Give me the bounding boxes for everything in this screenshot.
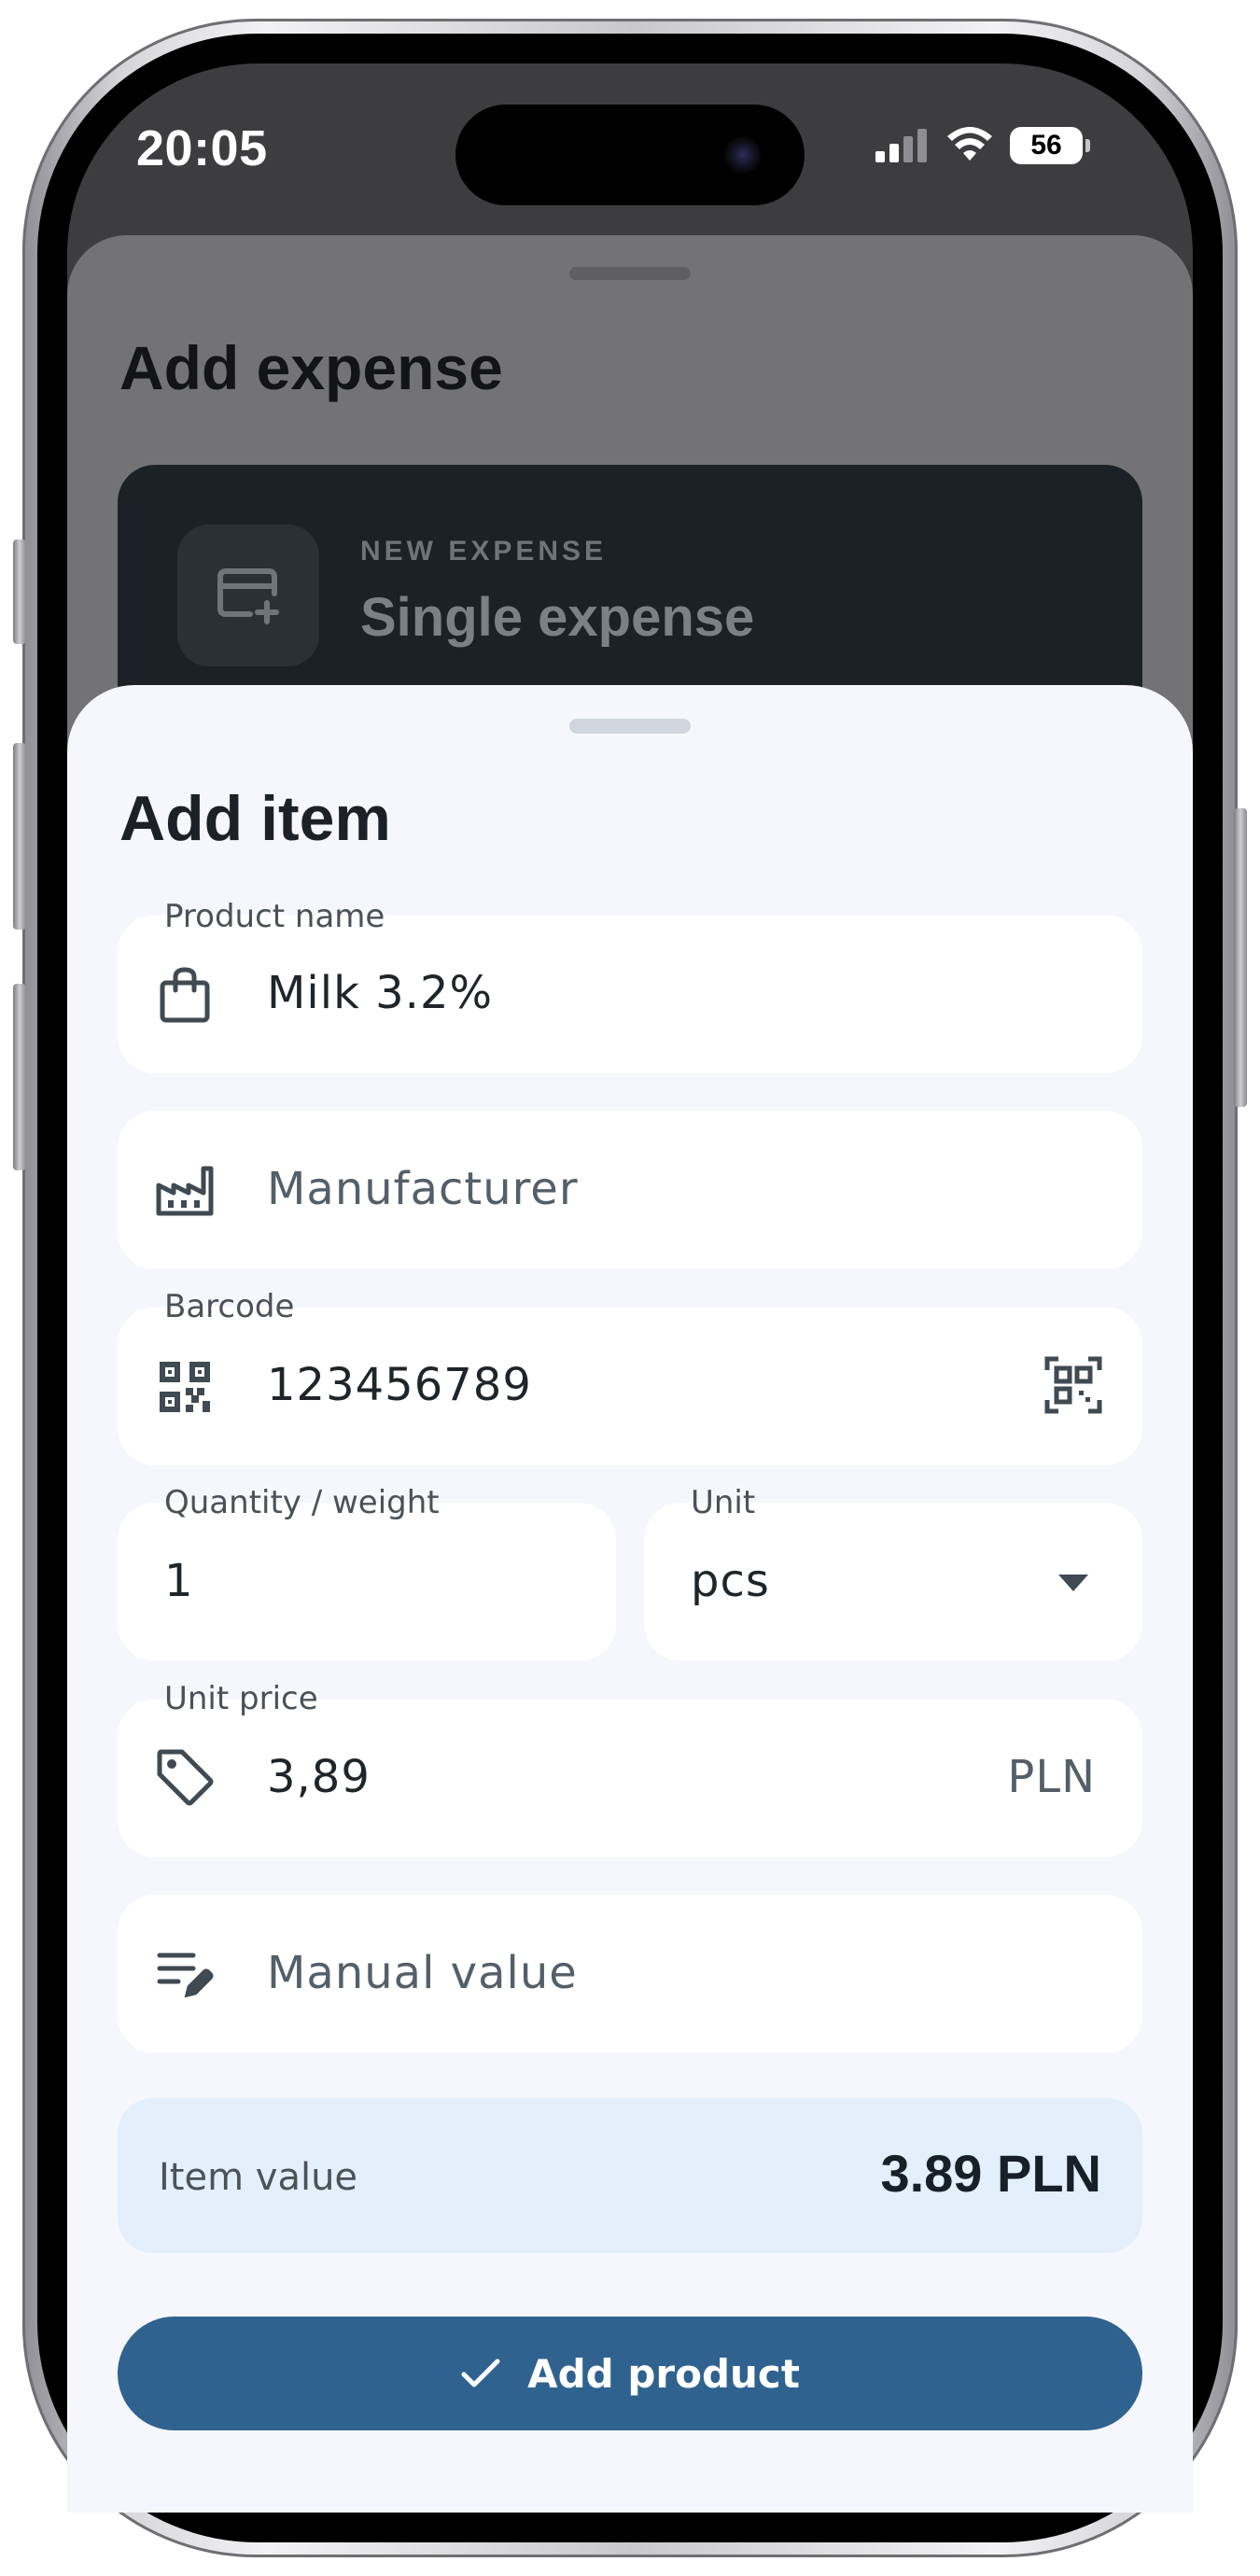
shopping-bag-icon: [155, 965, 215, 1025]
add-product-button[interactable]: Add product: [118, 2317, 1142, 2430]
manufacturer-input[interactable]: Manufacturer: [267, 1163, 579, 1215]
battery-level: 56: [1030, 130, 1062, 161]
background-sheet-handle: [569, 267, 691, 280]
add-product-label: Add product: [527, 2350, 800, 2397]
battery-indicator: 56: [1010, 127, 1090, 164]
barcode-input[interactable]: 123456789: [267, 1359, 532, 1411]
sheet-title: Add item: [119, 783, 391, 854]
dropdown-arrow-icon[interactable]: [1043, 1553, 1103, 1613]
item-value-amount: 3.89 PLN: [880, 2144, 1101, 2203]
unit-price-input[interactable]: 3,89: [267, 1751, 371, 1803]
item-value-label: Item value: [159, 2156, 358, 2199]
quantity-input[interactable]: 1: [164, 1555, 194, 1607]
unit-price-label: Unit price: [164, 1680, 318, 1717]
volume-down-button: [13, 984, 26, 1170]
new-expense-kicker: NEW EXPENSE: [360, 536, 608, 567]
qr-scan-icon[interactable]: [1043, 1355, 1103, 1415]
product-name-label: Product name: [164, 898, 385, 935]
dynamic-island: [455, 105, 805, 205]
card-add-icon: [177, 525, 319, 666]
background-sheet-title: Add expense: [119, 333, 503, 402]
unit-label: Unit: [691, 1484, 756, 1521]
edit-list-icon: [155, 1945, 215, 2005]
cellular-signal-icon: [875, 129, 927, 162]
status-icons: 56: [874, 127, 1090, 164]
quantity-label: Quantity / weight: [164, 1484, 440, 1521]
product-name-input[interactable]: Milk 3.2%: [267, 967, 493, 1019]
currency-suffix: PLN: [1007, 1751, 1096, 1803]
qr-code-icon: [155, 1357, 215, 1417]
action-button: [13, 539, 26, 644]
status-time: 20:05: [136, 120, 268, 176]
volume-up-button: [13, 743, 26, 930]
single-expense-title: Single expense: [360, 587, 755, 648]
sheet-drag-handle[interactable]: [569, 719, 691, 734]
manual-value-input[interactable]: Manual value: [267, 1947, 578, 1999]
front-camera-icon: [724, 136, 762, 174]
power-button: [1234, 808, 1247, 1107]
factory-icon: [155, 1161, 215, 1221]
wifi-icon: [947, 127, 992, 161]
price-tag-icon: [155, 1747, 215, 1807]
unit-value: pcs: [691, 1555, 770, 1607]
barcode-label: Barcode: [164, 1288, 295, 1325]
check-icon: [461, 2359, 500, 2387]
